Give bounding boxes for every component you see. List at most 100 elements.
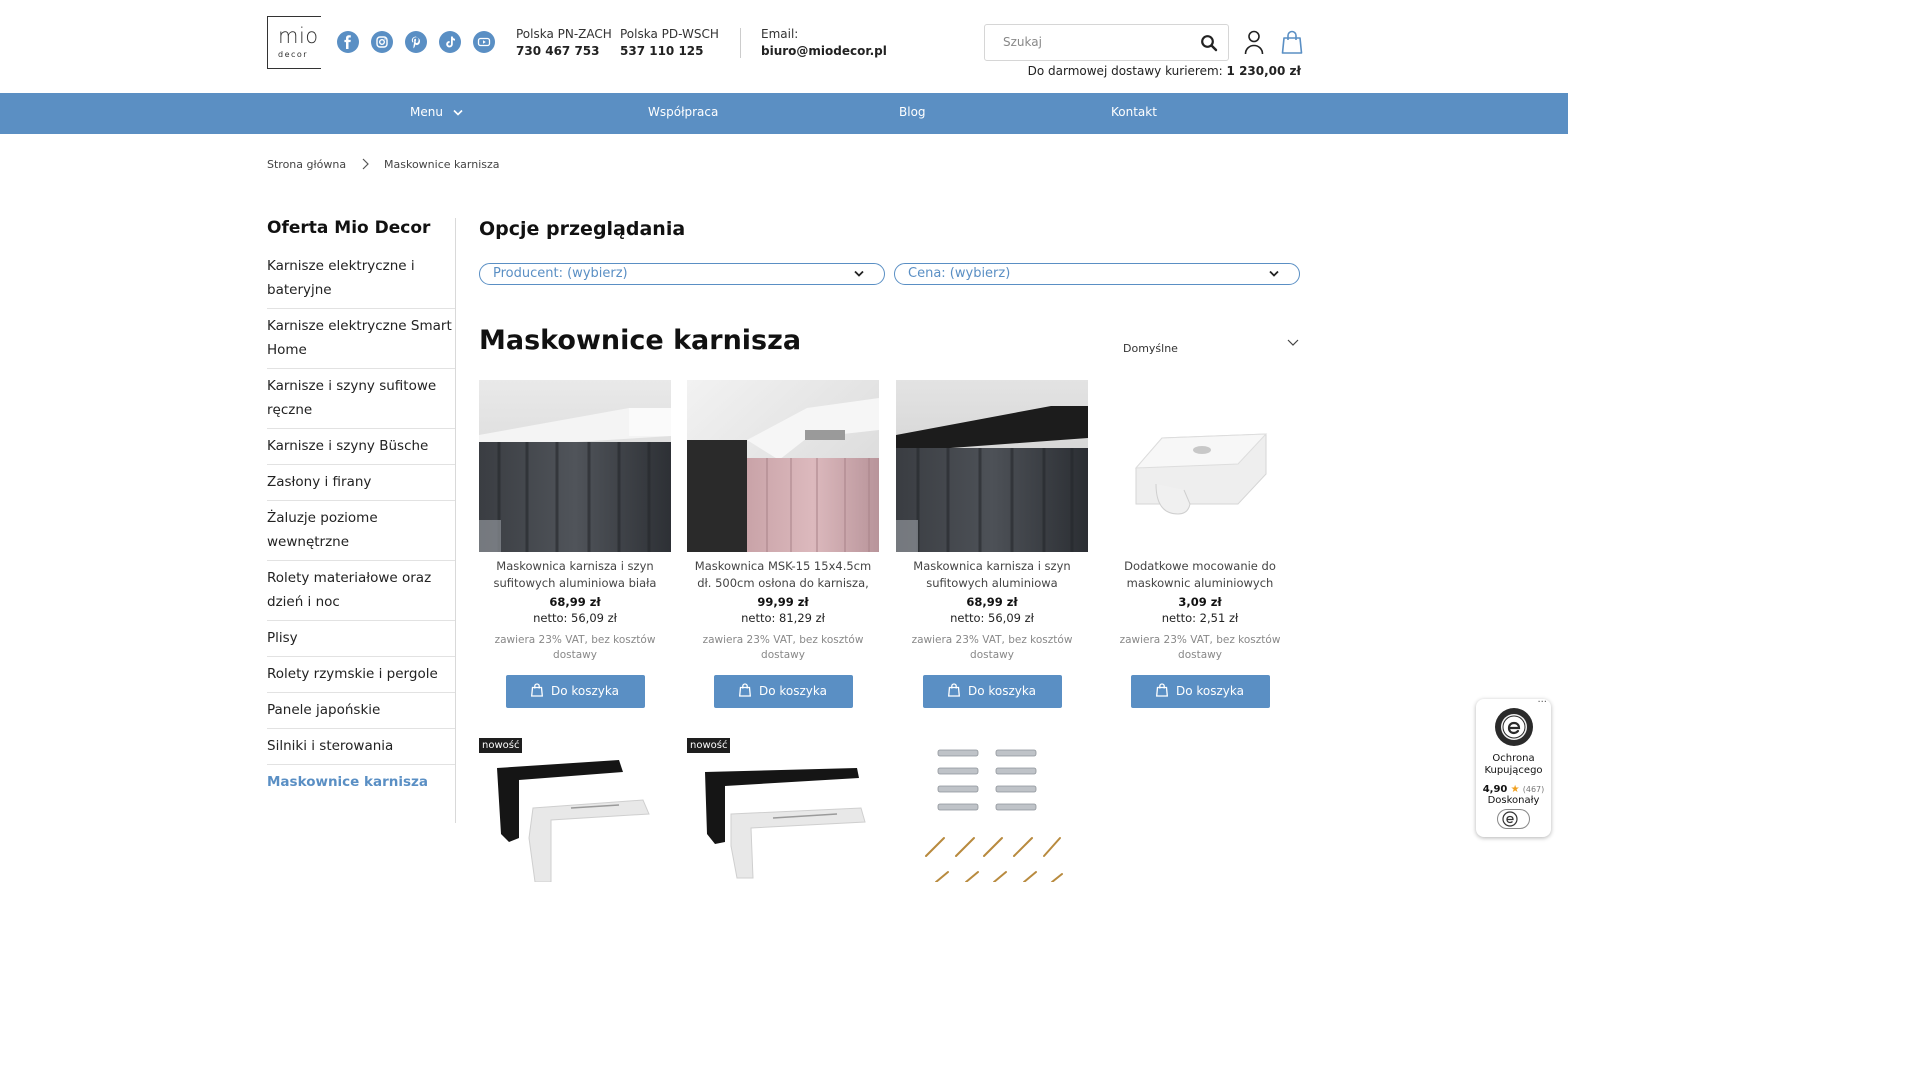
nav-cooperation[interactable]: Współpraca <box>648 105 718 119</box>
sidebar-item[interactable]: Zasłony i firany <box>267 465 455 501</box>
product-name[interactable]: Maskownica karnisza i szyn sufitowych al… <box>479 558 671 592</box>
free-shipping-text: Do darmowej dostawy kurierem: <box>1027 64 1223 78</box>
sidebar-item[interactable]: Plisy <box>267 621 455 657</box>
product-vat-note: zawiera 23% VAT, bez kosztów dostawy <box>494 634 656 661</box>
trusted-shops-badge[interactable]: ··· Ochrona Kupującego 4,90 ★ (467) Dosk… <box>1476 697 1551 837</box>
price-filter-label: Cena: (wybierz) <box>908 266 1011 281</box>
product-price: 68,99 zł <box>549 595 601 609</box>
add-to-cart-button[interactable]: Do koszyka <box>1130 675 1270 708</box>
browse-options-title: Opcje przeglądania <box>479 218 686 240</box>
sidebar-item[interactable]: Karnisze elektryczne Smart Home <box>267 309 455 369</box>
free-shipping-amount: 1 230,00 zł <box>1226 64 1301 78</box>
producer-filter-label: Producent: (wybierz) <box>493 266 628 281</box>
nav-menu[interactable]: Menu <box>410 105 463 119</box>
product-image[interactable] <box>1104 380 1296 552</box>
add-to-cart-label: Do koszyka <box>1175 684 1244 698</box>
product-image[interactable] <box>687 738 879 882</box>
product-image[interactable] <box>896 738 1088 882</box>
product-card[interactable]: nowość <box>687 738 879 882</box>
product-card[interactable]: nowość <box>479 738 671 882</box>
sidebar-title: Oferta Mio Decor <box>267 218 431 238</box>
product-vat-note: zawiera 23% VAT, bez kosztów dostawy <box>911 634 1073 661</box>
search-icon[interactable] <box>1200 34 1218 52</box>
search-input[interactable] <box>1003 35 1183 49</box>
product-netto: netto: 56,09 zł <box>950 611 1034 625</box>
producer-filter[interactable]: Producent: (wybierz) <box>479 263 885 285</box>
product-image[interactable] <box>479 738 671 882</box>
product-name[interactable]: Dodatkowe mocowanie do maskownic alumini… <box>1104 558 1296 592</box>
search-box <box>984 24 1229 61</box>
email-link[interactable]: biuro@miodecor.pl <box>761 43 887 60</box>
category-title: Maskownice karnisza <box>479 325 802 356</box>
instagram-icon[interactable] <box>371 31 393 53</box>
logo[interactable]: mio decor <box>267 16 321 69</box>
sidebar-item[interactable]: Rolety materiałowe oraz dzień i noc <box>267 561 455 621</box>
sort-select[interactable]: Domyślne <box>1123 337 1299 355</box>
shopping-bag-icon <box>738 683 751 697</box>
free-shipping-info: Do darmowej dostawy kurierem: 1 230,00 z… <box>1028 64 1301 78</box>
chevron-down-icon <box>1269 270 1279 277</box>
buyer-protection-label: Ochrona Kupującego <box>1484 753 1543 776</box>
add-to-cart-button[interactable]: Do koszyka <box>922 675 1062 708</box>
chevron-down-icon <box>1287 339 1299 346</box>
sort-value: Domyślne <box>1123 342 1178 355</box>
product-netto: netto: 81,29 zł <box>741 611 825 625</box>
breadcrumb-home[interactable]: Strona główna <box>267 158 346 171</box>
product-vat-note: zawiera 23% VAT, bez kosztów dostawy <box>702 634 864 661</box>
phone-west-number[interactable]: 730 467 753 <box>516 43 612 60</box>
add-to-cart-button[interactable]: Do koszyka <box>505 675 645 708</box>
product-name[interactable]: Maskownica MSK-15 15x4.5cm dł. 500cm osł… <box>687 558 879 592</box>
product-card[interactable]: Maskownica karnisza i szyn sufitowych al… <box>479 380 671 708</box>
product-price: 68,99 zł <box>966 595 1018 609</box>
sidebar-categories: Karnisze elektryczne i bateryjne Karnisz… <box>267 249 455 800</box>
sidebar-item[interactable]: Karnisze i szyny Büsche <box>267 429 455 465</box>
sidebar-item[interactable]: Żaluzje poziome wewnętrzne <box>267 501 455 561</box>
more-options-icon[interactable]: ··· <box>1537 697 1547 708</box>
sidebar-item[interactable]: Rolety rzymskie i pergole <box>267 657 455 693</box>
cart-icon[interactable] <box>1281 29 1303 55</box>
add-to-cart-label: Do koszyka <box>967 684 1036 698</box>
new-badge: nowość <box>479 738 523 753</box>
product-name[interactable]: Maskownica karnisza i szyn sufitowych al… <box>896 558 1088 592</box>
trusted-shops-mini-logo <box>1497 809 1530 829</box>
email-label: Email: <box>761 27 799 41</box>
nav-blog[interactable]: Blog <box>899 105 926 119</box>
pinterest-icon[interactable] <box>405 31 427 53</box>
rating-value: 4,90 <box>1482 784 1508 795</box>
social-links <box>337 31 495 53</box>
sidebar-item[interactable]: Karnisze i szyny sufitowe ręczne <box>267 369 455 429</box>
logo-subtext: decor <box>278 50 309 59</box>
sidebar-item[interactable]: Silniki i sterowania <box>267 729 455 765</box>
product-card[interactable]: Maskownica karnisza i szyn sufitowych al… <box>896 380 1088 708</box>
product-image[interactable] <box>687 380 879 552</box>
sidebar-item[interactable]: Karnisze elektryczne i bateryjne <box>267 249 455 309</box>
product-image[interactable] <box>479 380 671 552</box>
youtube-icon[interactable] <box>473 31 495 53</box>
product-card[interactable]: Maskownica MSK-15 15x4.5cm dł. 500cm osł… <box>687 380 879 708</box>
star-icon: ★ <box>1510 784 1520 795</box>
sidebar-item[interactable]: Panele japońskie <box>267 693 455 729</box>
breadcrumb-current: Maskownice karnisza <box>384 158 500 171</box>
product-vat-note: zawiera 23% VAT, bez kosztów dostawy <box>1119 634 1281 661</box>
sidebar-item-active[interactable]: Maskownice karnisza <box>267 765 455 800</box>
tiktok-icon[interactable] <box>439 31 461 53</box>
phone-east-number[interactable]: 537 110 125 <box>620 43 719 60</box>
trusted-shops-e-icon <box>1502 811 1518 827</box>
add-to-cart-label: Do koszyka <box>758 684 827 698</box>
rating-count: (467) <box>1522 785 1545 794</box>
product-price: 3,09 zł <box>1178 595 1222 609</box>
product-card[interactable]: Dodatkowe mocowanie do maskownic alumini… <box>1104 380 1296 708</box>
rating-row: 4,90 ★ (467) <box>1476 784 1551 795</box>
trusted-shops-seal-icon <box>1494 708 1533 746</box>
price-filter[interactable]: Cena: (wybierz) <box>894 263 1300 285</box>
product-card[interactable] <box>896 738 1088 882</box>
add-to-cart-button[interactable]: Do koszyka <box>713 675 853 708</box>
facebook-icon[interactable] <box>337 31 359 53</box>
main-nav: Menu Współpraca Blog Kontakt <box>0 93 1568 134</box>
user-icon[interactable] <box>1243 29 1265 55</box>
rating-level: Doskonały <box>1487 795 1540 806</box>
product-netto: netto: 56,09 zł <box>533 611 617 625</box>
product-image[interactable] <box>896 380 1088 552</box>
nav-contact[interactable]: Kontakt <box>1111 105 1157 119</box>
new-badge: nowość <box>687 738 731 753</box>
